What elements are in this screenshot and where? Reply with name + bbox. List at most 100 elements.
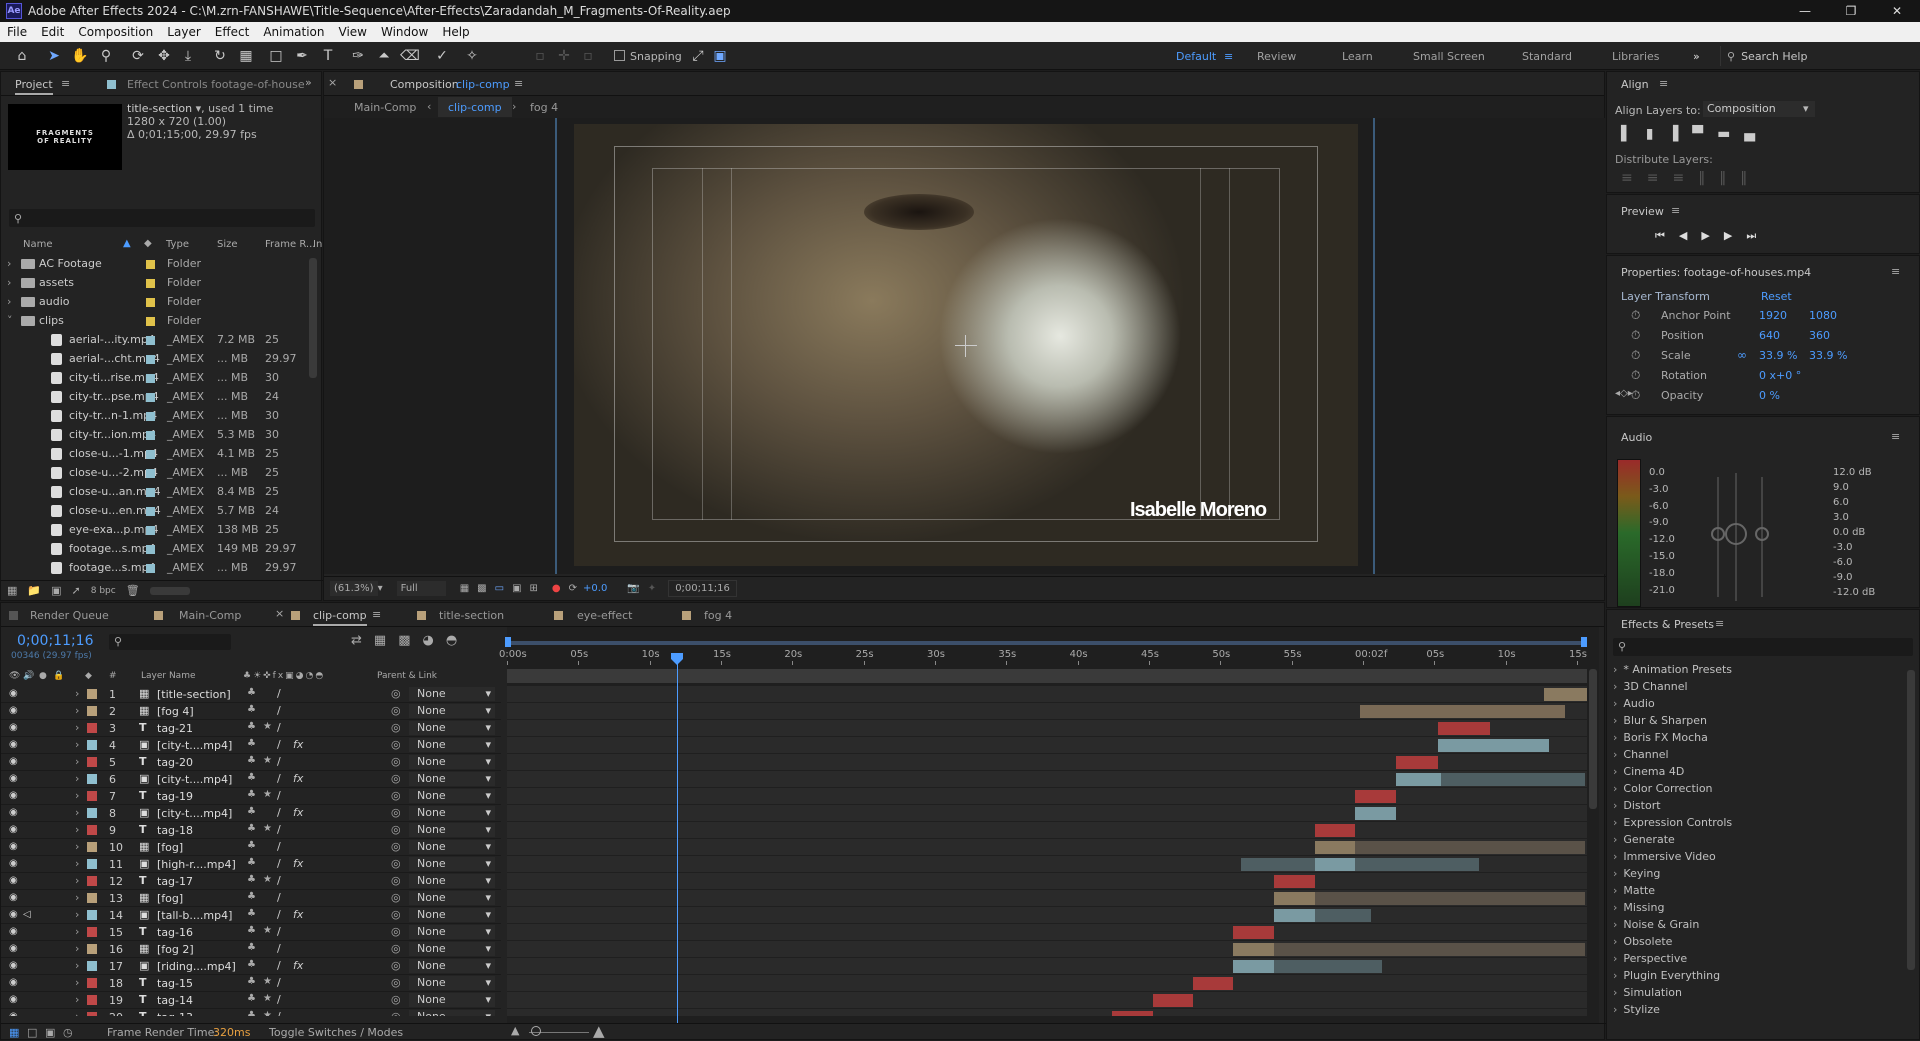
expand-arrow-icon[interactable]: › <box>75 755 79 768</box>
prop-value-1[interactable]: 1920 <box>1759 309 1787 322</box>
expand-arrow-icon[interactable]: › <box>75 806 79 819</box>
effect-category[interactable]: › * Animation Presets <box>1613 663 1903 680</box>
render-icon[interactable]: ➚ <box>72 584 81 597</box>
layer-row[interactable]: ◉ › 5 Ttag-20 ♣ ★ / ◎ None ▾ <box>1 754 501 771</box>
layer-duration-bar[interactable] <box>1192 977 1233 990</box>
layer-label-swatch[interactable] <box>87 995 97 1005</box>
render-time-icon[interactable]: ◷ <box>63 1026 73 1039</box>
parent-dropdown[interactable]: None ▾ <box>409 789 495 803</box>
quality-switch-icon[interactable]: / <box>277 738 281 751</box>
puppet-pin-icon[interactable]: ✧ <box>462 47 482 65</box>
audio-slider-knob-right[interactable] <box>1755 527 1769 541</box>
align-top-icon[interactable]: ▀ <box>1692 126 1703 142</box>
comp-tab-name[interactable]: clip-comp <box>456 78 510 91</box>
panel-menu-icon[interactable]: ≡ <box>61 77 70 90</box>
menu-window[interactable]: Window <box>374 25 435 39</box>
collapse-switch-icon[interactable]: ♣ <box>247 704 256 715</box>
breadcrumb-main-comp[interactable]: Main-Comp <box>354 101 416 114</box>
parent-dropdown[interactable]: None ▾ <box>409 925 495 939</box>
layer-row[interactable]: ◉ › 9 Ttag-18 ♣ ★ / ◎ None ▾ <box>1 822 501 839</box>
exposure-value[interactable]: +0.0 <box>583 583 607 594</box>
align-vcenter-icon[interactable]: ▬ <box>1717 126 1730 142</box>
col-type[interactable]: Type <box>166 239 189 250</box>
pickwhip-icon[interactable]: ◎ <box>391 993 401 1006</box>
solo-switch-icon[interactable]: ● <box>39 671 47 681</box>
menu-layer[interactable]: Layer <box>160 25 207 39</box>
effect-category[interactable]: › Matte <box>1613 884 1903 901</box>
orbit-tool-icon[interactable]: ⟳ <box>128 47 148 65</box>
workspace-menu-icon[interactable]: ≡ <box>1224 50 1233 63</box>
play-icon[interactable]: ▶ <box>1701 229 1709 243</box>
layer-duration-bar[interactable] <box>1232 943 1274 956</box>
layer-name[interactable]: [city-t....mp4] <box>157 807 232 820</box>
continuous-raster-icon[interactable]: ★ <box>263 925 272 936</box>
collapse-switch-icon[interactable]: ♣ <box>247 976 256 987</box>
label-header-icon[interactable]: ◆ <box>85 671 92 681</box>
pickwhip-icon[interactable]: ◎ <box>391 959 401 972</box>
eraser-tool-icon[interactable]: ⌫ <box>400 47 420 65</box>
effect-category[interactable]: › Plugin Everything <box>1613 969 1903 986</box>
layer-duration-bar[interactable] <box>1273 960 1382 973</box>
align-bottom-icon[interactable]: ▄ <box>1744 126 1755 142</box>
transfer-controls-icon[interactable]: □ <box>27 1026 37 1039</box>
project-item[interactable]: city-tr...pse.mp4 _AMEX... MB 24 <box>1 388 307 407</box>
eye-icon[interactable]: ◉ <box>9 722 18 733</box>
collapse-switch-icon[interactable]: ♣ <box>247 687 256 698</box>
effect-category[interactable]: › Stylize <box>1613 1003 1903 1020</box>
layer-duration-bar[interactable] <box>1111 1011 1153 1016</box>
expand-arrow-icon[interactable]: › <box>75 687 79 700</box>
quality-switch-icon[interactable]: / <box>277 806 281 819</box>
pickwhip-icon[interactable]: ◎ <box>391 721 401 734</box>
mask-visibility-icon[interactable]: ▭ <box>495 583 504 594</box>
collapse-switch-icon[interactable]: ♣ <box>247 840 256 851</box>
comp-tab-prefix[interactable]: Composition <box>390 78 459 91</box>
parent-dropdown[interactable]: None ▾ <box>409 908 495 922</box>
layer-name[interactable]: [title-section] <box>157 688 231 701</box>
stopwatch-icon[interactable]: ⏱ <box>1631 328 1640 343</box>
parent-dropdown[interactable]: None ▾ <box>409 772 495 786</box>
channels-icon[interactable]: ● <box>552 583 561 594</box>
layer-name[interactable]: tag-15 <box>157 977 193 990</box>
pickwhip-icon[interactable]: ◎ <box>391 857 401 870</box>
breadcrumb-forward-icon[interactable]: › <box>512 100 516 113</box>
quality-switch-icon[interactable]: / <box>277 874 281 887</box>
expand-arrow-icon[interactable]: › <box>7 295 11 308</box>
layer-name[interactable]: [riding....mp4] <box>157 960 236 973</box>
layer-name[interactable]: tag-14 <box>157 994 193 1007</box>
pickwhip-icon[interactable]: ◎ <box>391 806 401 819</box>
continuous-raster-icon[interactable]: ★ <box>263 1010 272 1016</box>
parent-dropdown[interactable]: None ▾ <box>409 806 495 820</box>
tab-eye-effect[interactable]: eye-effect <box>577 609 633 622</box>
prop-value-1[interactable]: 640 <box>1759 329 1780 342</box>
effect-category[interactable]: › 3D Channel <box>1613 680 1903 697</box>
eye-icon[interactable]: ◉ <box>9 688 18 699</box>
expand-arrow-icon[interactable]: › <box>7 276 11 289</box>
parent-dropdown[interactable]: None ▾ <box>409 738 495 752</box>
layer-duration-bar[interactable] <box>1543 688 1587 701</box>
distribute-right-icon[interactable]: ‖ <box>1740 170 1747 186</box>
layer-name[interactable]: [city-t....mp4] <box>157 739 232 752</box>
effects-search-input[interactable]: ⚲ <box>1613 638 1913 656</box>
continuous-raster-icon[interactable]: ★ <box>263 823 272 834</box>
quality-switch-icon[interactable]: / <box>277 993 281 1006</box>
expand-arrow-icon[interactable]: › <box>75 857 79 870</box>
layer-row[interactable]: ◉ › 18 Ttag-15 ♣ ★ / ◎ None ▾ <box>1 975 501 992</box>
effect-category[interactable]: › Cinema 4D <box>1613 765 1903 782</box>
zoom-dropdown-icon[interactable]: ▾ <box>378 583 383 594</box>
region-of-interest-icon[interactable]: ▦ <box>460 583 469 594</box>
graph-editor-icon[interactable]: ◓ <box>446 633 457 648</box>
collapse-switch-icon[interactable]: ♣ <box>247 721 256 732</box>
continuous-raster-icon[interactable]: ★ <box>263 976 272 987</box>
layer-duration-bar[interactable] <box>1273 892 1315 905</box>
rectangle-tool-icon[interactable]: □ <box>266 47 286 65</box>
layer-duration-bar[interactable] <box>1232 960 1274 973</box>
layer-label-swatch[interactable] <box>87 825 97 835</box>
parent-dropdown[interactable]: None ▾ <box>409 755 495 769</box>
last-frame-icon[interactable]: ⏭ <box>1746 229 1756 243</box>
quality-switch-icon[interactable]: / <box>277 772 281 785</box>
pen-tool-icon[interactable]: ✒ <box>292 47 312 65</box>
layer-duration-bar[interactable] <box>1314 909 1371 922</box>
eye-icon[interactable]: ◉ <box>9 756 18 767</box>
fx-switch-icon[interactable]: fx <box>293 738 303 751</box>
axis-local-icon[interactable]: ▫ <box>530 47 550 65</box>
